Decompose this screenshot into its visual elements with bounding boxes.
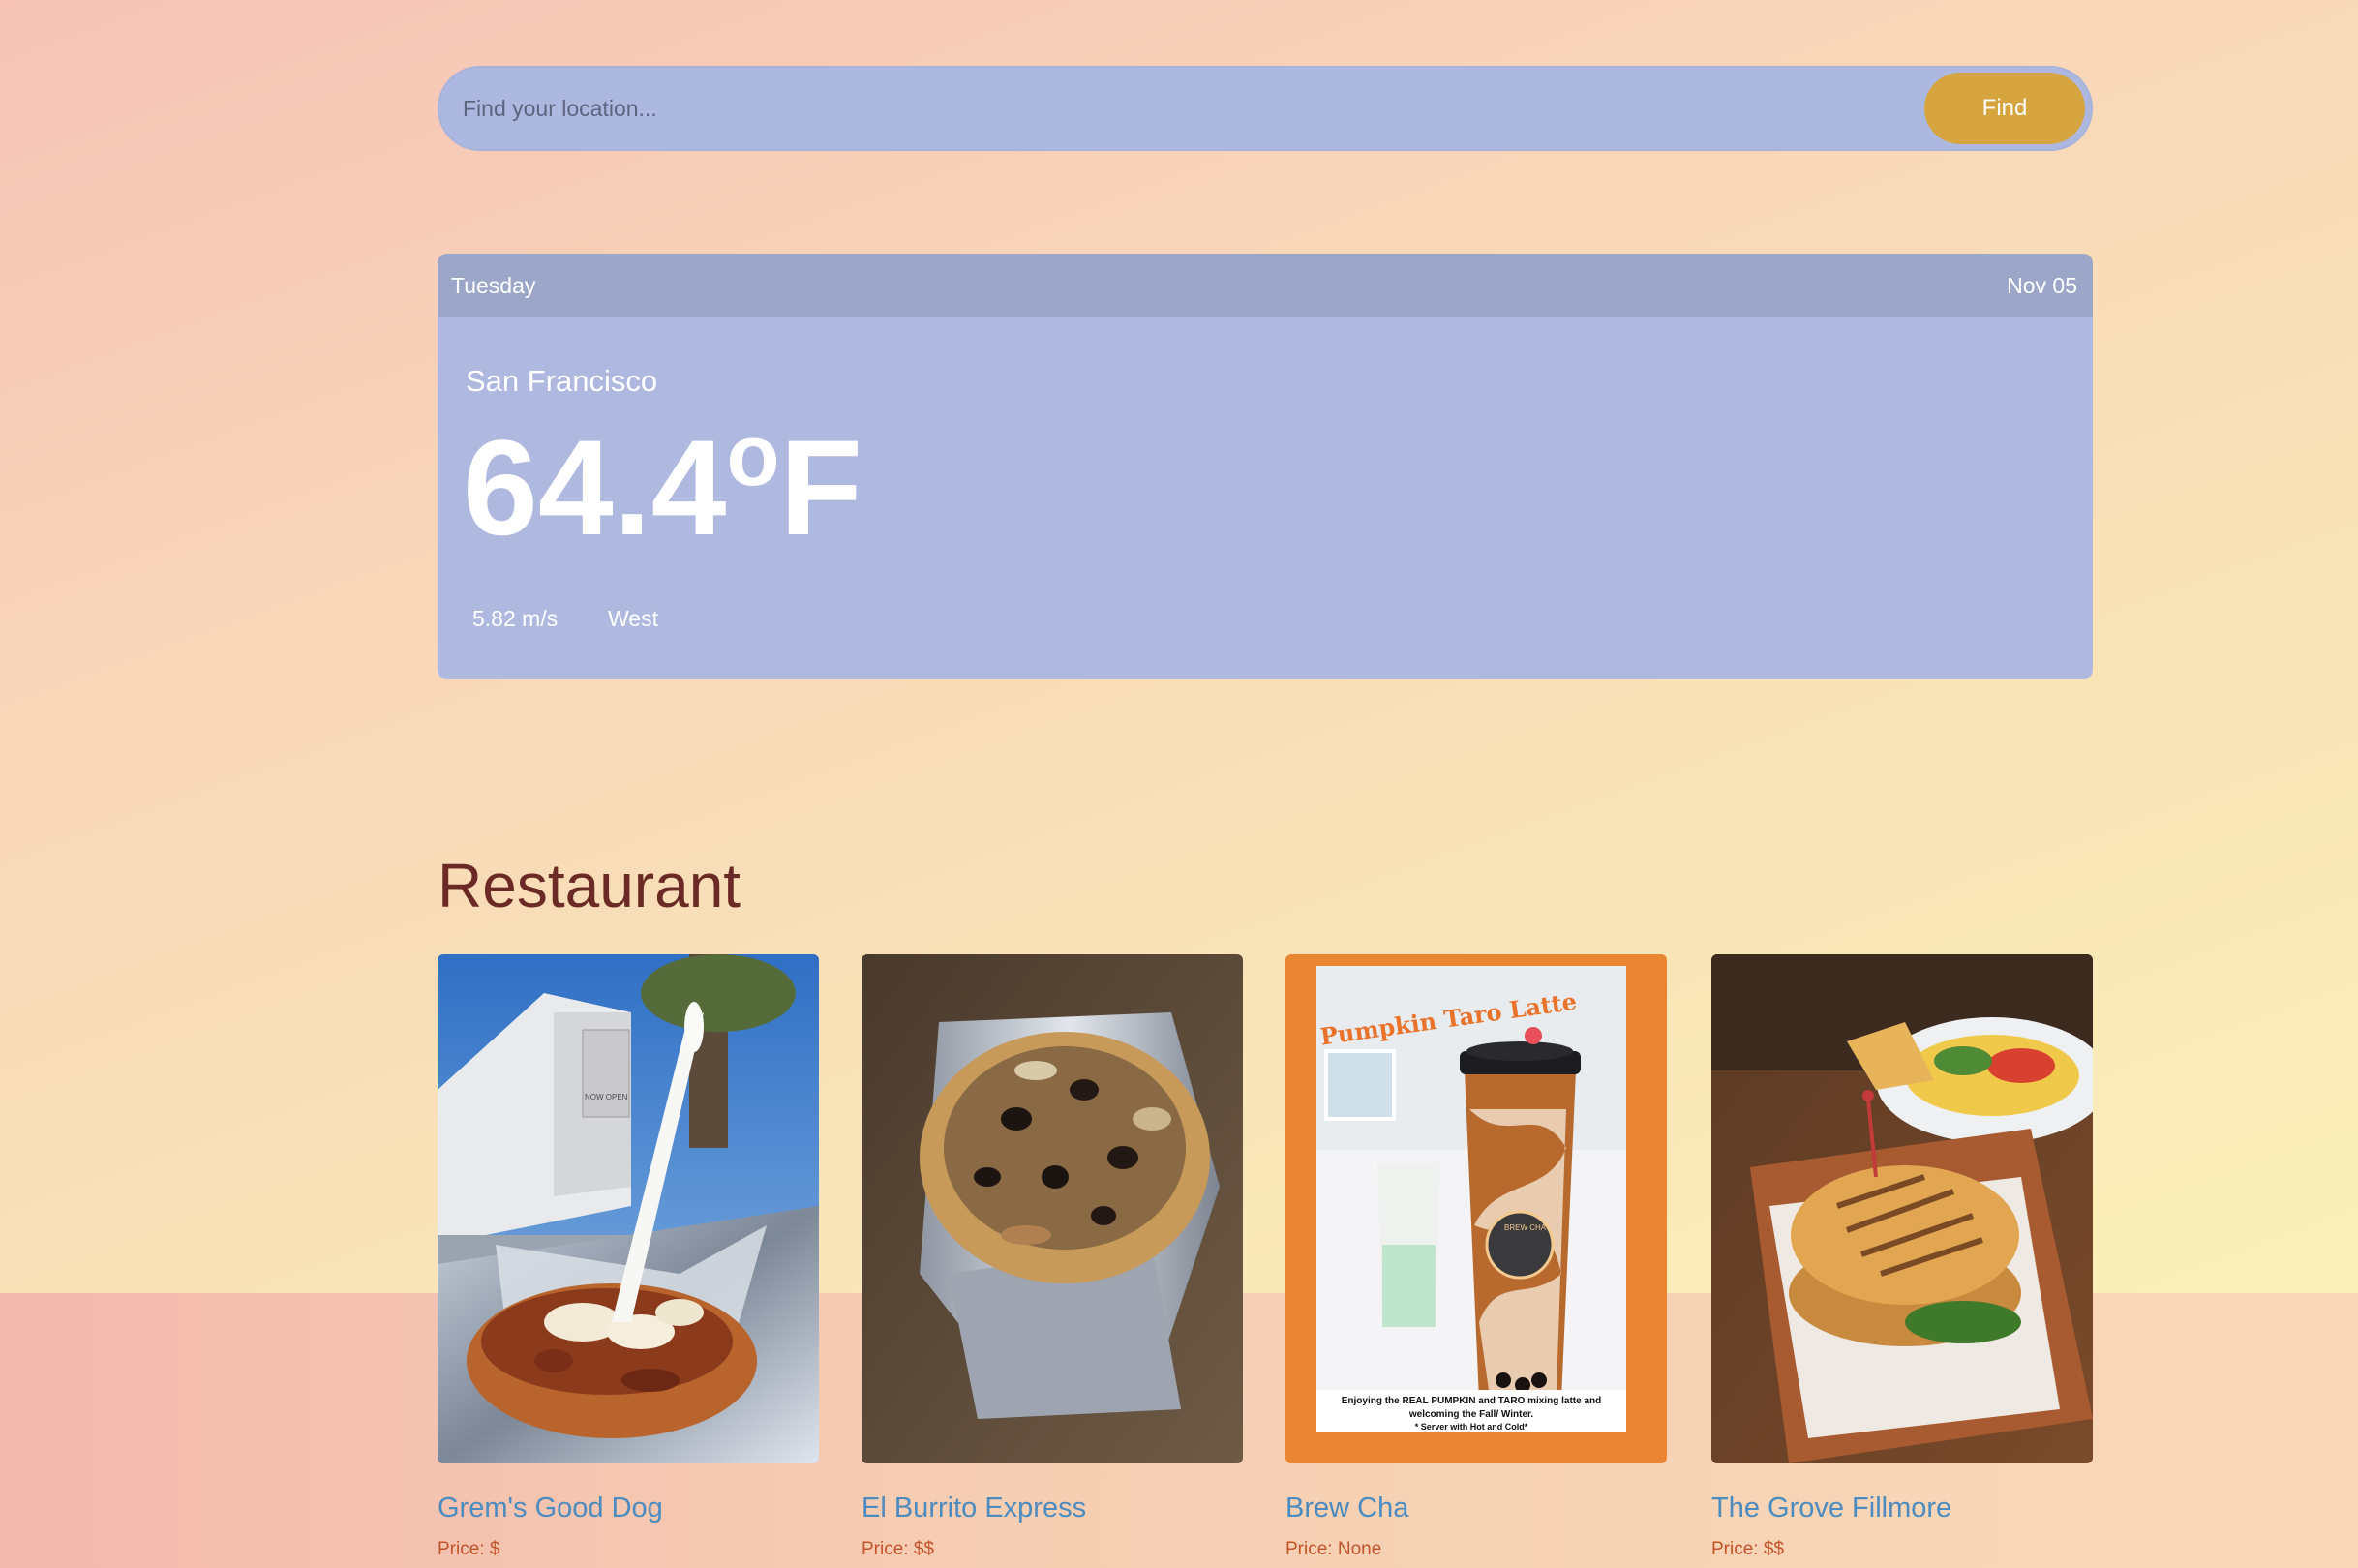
restaurant-price: Price: $$ bbox=[1711, 1539, 1784, 1559]
restaurant-price: Price: $$ bbox=[862, 1539, 934, 1559]
restaurant-card[interactable]: NOW OPEN Grem's Good Dog Price: $ bbox=[438, 954, 819, 1559]
cup-brand-text: BREW CHA bbox=[1504, 1223, 1547, 1232]
burger-photo[interactable] bbox=[1711, 954, 2093, 1463]
restaurant-name-link[interactable]: Brew Cha bbox=[1285, 1493, 1408, 1524]
restaurant-name-link[interactable]: The Grove Fillmore bbox=[1711, 1493, 1951, 1524]
restaurant-price: Price: None bbox=[1285, 1539, 1382, 1559]
weather-card-header: Tuesday Nov 05 bbox=[438, 254, 2093, 317]
find-button[interactable]: Find bbox=[1924, 73, 2085, 144]
restaurant-card[interactable]: El Burrito Express Price: $$ bbox=[862, 954, 1243, 1559]
temperature-value: 64.4 bbox=[463, 411, 727, 563]
weather-city: San Francisco bbox=[466, 364, 658, 398]
page-container: Find Tuesday Nov 05 San Francisco 64.4oF… bbox=[438, 0, 2093, 1568]
weather-temperature: 64.4oF bbox=[463, 412, 862, 556]
restaurant-name-link[interactable]: El Burrito Express bbox=[862, 1493, 1086, 1524]
poster-caption-line2: welcoming the Fall/ Winter. bbox=[1408, 1409, 1533, 1420]
search-bar: Find bbox=[438, 66, 2093, 151]
hot-dog-photo[interactable]: NOW OPEN bbox=[438, 954, 819, 1463]
poster-caption-line3: * Server with Hot and Cold* bbox=[1415, 1422, 1528, 1432]
restaurant-card[interactable]: The Grove Fillmore Price: $$ bbox=[1711, 954, 2093, 1559]
burrito-photo[interactable] bbox=[862, 954, 1243, 1463]
wind-direction: West bbox=[608, 606, 658, 631]
pumpkin-taro-latte-photo[interactable]: Pumpkin Taro Latte BREW CHA Enjoying the… bbox=[1285, 954, 1667, 1463]
weather-date: Nov 05 bbox=[2007, 273, 2077, 298]
restaurant-price: Price: $ bbox=[438, 1539, 500, 1559]
temperature-degree: o bbox=[726, 407, 780, 504]
weather-day: Tuesday bbox=[451, 273, 536, 298]
restaurant-card[interactable]: Pumpkin Taro Latte BREW CHA Enjoying the… bbox=[1285, 954, 1667, 1559]
sign-text: NOW OPEN bbox=[585, 1093, 628, 1101]
temperature-unit: F bbox=[779, 411, 862, 563]
weather-card: Tuesday Nov 05 San Francisco 64.4oF 5.82… bbox=[438, 254, 2093, 679]
wind-speed: 5.82 m/s bbox=[472, 606, 559, 631]
poster-caption-line1: Enjoying the REAL PUMPKIN and TARO mixin… bbox=[1342, 1396, 1602, 1406]
restaurant-section-title: Restaurant bbox=[438, 851, 741, 920]
restaurant-name-link[interactable]: Grem's Good Dog bbox=[438, 1493, 663, 1524]
location-search-input[interactable] bbox=[463, 66, 1915, 151]
